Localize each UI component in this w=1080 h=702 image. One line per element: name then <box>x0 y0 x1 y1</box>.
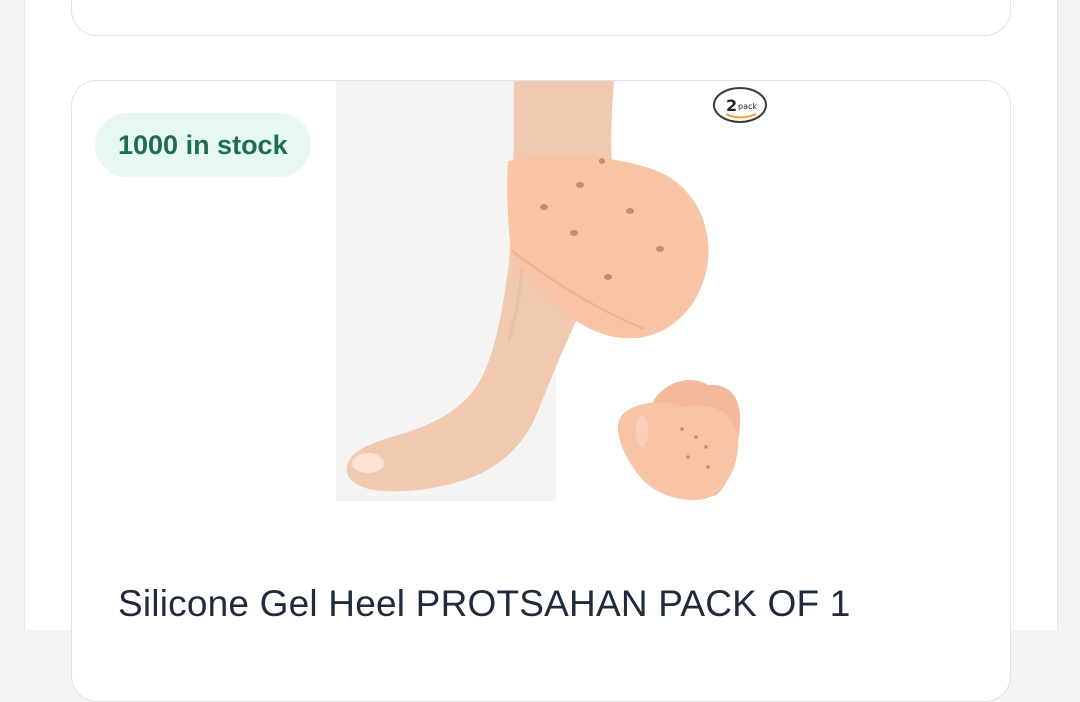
sleeve-hole <box>540 204 548 210</box>
sleeve-hole <box>599 158 605 164</box>
product-title[interactable]: Silicone Gel Heel PROTSAHAN PACK OF 1 <box>118 581 851 627</box>
stock-badge: 1000 in stock <box>95 113 311 177</box>
pack-count-text: pack <box>738 102 757 111</box>
sleeve-hole <box>604 274 612 280</box>
previous-product-card[interactable] <box>71 0 1011 36</box>
sleeve-hole <box>626 208 634 214</box>
pack-count-number: 2 <box>726 96 737 115</box>
sleeve-hole <box>570 230 578 236</box>
pack-count-badge: 2 pack <box>713 87 767 123</box>
product-card[interactable]: 2 pack 1000 in stock Silicone Gel Heel P… <box>71 80 1011 702</box>
sleeve-hole <box>656 246 664 252</box>
product-image[interactable]: 2 pack <box>312 81 772 501</box>
sleeve-hole <box>576 182 584 188</box>
page-column: 2 pack 1000 in stock Silicone Gel Heel P… <box>24 0 1058 702</box>
